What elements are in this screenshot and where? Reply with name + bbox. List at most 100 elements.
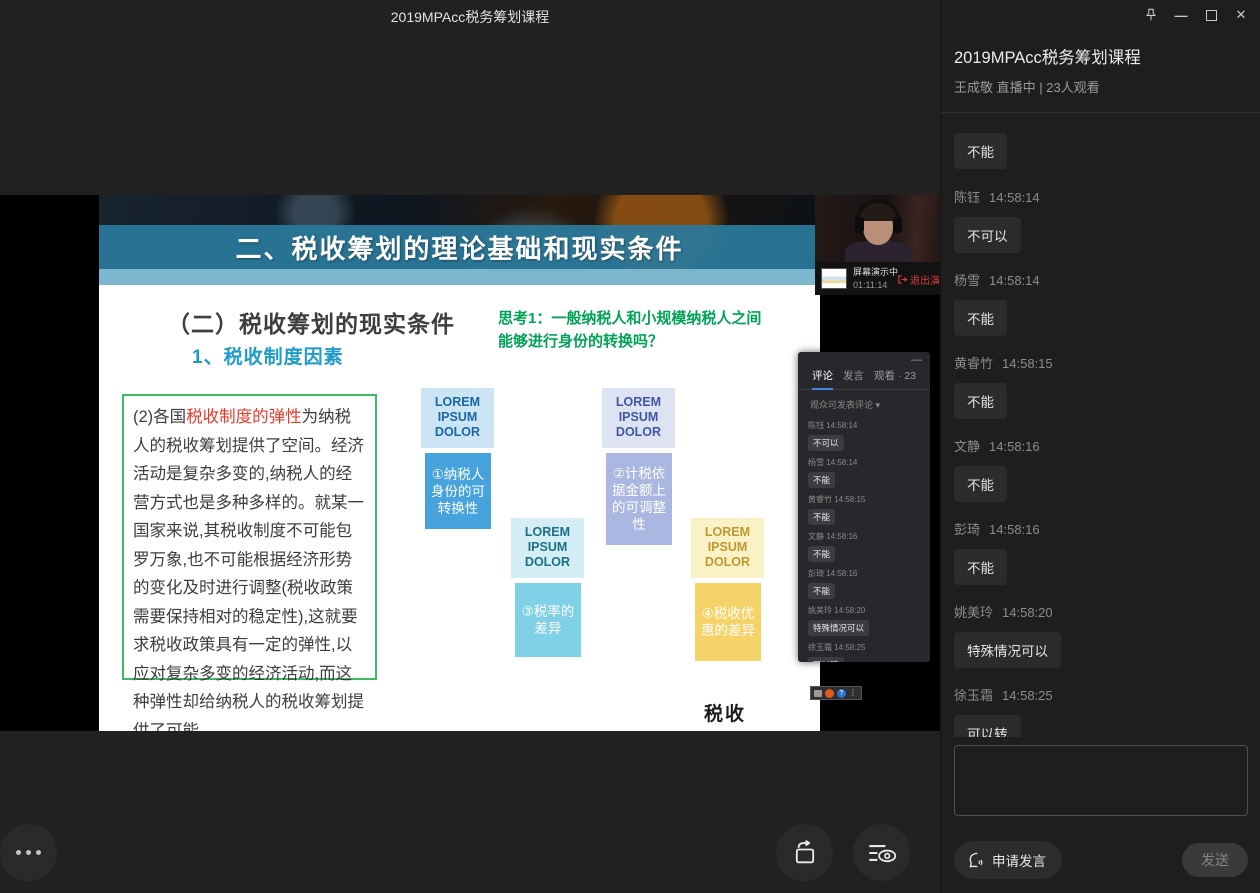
overlay-notice-label: 观众可发表评论: [810, 400, 873, 410]
headphone-earcup-right: [893, 217, 902, 233]
chat-sender-name: 徐玉霜: [954, 688, 993, 703]
slide-question: 思考1：一般纳税人和小规模纳税人之间 能够进行身份的转换吗？: [498, 307, 808, 353]
more-options-button[interactable]: [0, 824, 57, 881]
chat-timestamp: 14:58:14: [989, 273, 1040, 288]
overlay-message: 徐玉霜 14:58:25 可以转: [808, 642, 920, 662]
toolbar-more-icon: ⋮: [849, 689, 857, 697]
slide-banner: 二、税收筹划的理论基础和现实条件: [99, 225, 820, 269]
request-to-speak-button[interactable]: 申请发言: [954, 841, 1062, 879]
chat-timestamp: 14:58:16: [989, 439, 1040, 454]
chevron-down-icon: ▾: [876, 400, 881, 410]
chat-bubble: 特殊情况可以: [954, 632, 1061, 668]
exit-presentation-button[interactable]: 退出演示: [897, 272, 940, 287]
floating-share-toolbar[interactable]: ? ⋮: [810, 686, 862, 700]
presenter-status: 王成敬 直播中 | 23人观看: [954, 77, 1100, 96]
overlay-message-bubble: 不能: [808, 509, 835, 525]
chat-bubble: 不能: [954, 549, 1007, 585]
chat-sender-name: 文静: [954, 439, 980, 454]
overlay-message-meta: 陈钰 14:58:14: [808, 420, 920, 431]
paragraph-highlight: 税收制度的弹性: [186, 408, 302, 426]
pin-icon[interactable]: [1144, 8, 1158, 22]
slide-paragraph-box: (2)各国税收制度的弹性为纳税人的税收筹划提供了空间。经济活动是复杂多变的,纳税…: [122, 394, 377, 680]
chat-message: 徐玉霜14:58:25 可以转: [954, 685, 1248, 737]
chat-timestamp: 14:58:16: [989, 522, 1040, 537]
overlay-minimize-button[interactable]: —: [911, 354, 922, 366]
share-timer: 01:11:14: [853, 279, 898, 292]
share-status-texts: 屏幕演示中 01:11:14: [853, 266, 898, 292]
overlay-tab-comments[interactable]: 评论: [812, 368, 833, 383]
overlay-tab-viewers[interactable]: 观看 · 23: [874, 368, 916, 383]
chat-sender-name: 杨雪: [954, 273, 980, 288]
slide-heading: （二）税收筹划的现实条件: [167, 305, 455, 339]
overlay-message-meta: 文静 14:58:16: [808, 531, 920, 542]
overlay-message-meta: 彭琦 14:58:16: [808, 568, 920, 579]
slide-watermark: 税收: [704, 699, 746, 726]
paragraph-prefix: (2)各国: [133, 408, 186, 426]
chat-message-list: 不能 陈钰14:58:14 不可以 杨雪 14:58:14 不能 黄睿竹14:58…: [954, 122, 1248, 737]
request-to-speak-label: 申请发言: [992, 850, 1046, 870]
headphone-earcup-left: [855, 217, 864, 233]
chat-message-meta: 文静 14:58:16: [954, 436, 1248, 455]
chat-input[interactable]: [954, 745, 1248, 816]
slide-subheading: 1、税收制度因素: [192, 342, 344, 369]
switch-screen-icon: [791, 840, 819, 866]
chat-message: 黄睿竹14:58:15 不能: [954, 353, 1248, 419]
chat-message: 姚美玲14:58:20 特殊情况可以: [954, 602, 1248, 668]
lorem-box1-label: ①纳税人身份的可转换性: [425, 453, 491, 529]
maximize-icon: [1206, 10, 1217, 21]
exit-icon: [897, 274, 908, 285]
slide-header-graphic: 二、税收筹划的理论基础和现实条件: [99, 195, 820, 285]
overlay-message-meta: 姚美玲 14:58:20: [808, 605, 920, 616]
screen-share-status-bar: 屏幕演示中 01:11:14 退出演示: [815, 262, 940, 295]
slide-question-line1: 思考1：一般纳税人和小规模纳税人之间: [498, 310, 761, 327]
chat-bubble-partial: 不能: [954, 133, 1007, 169]
overlay-message: 陈钰 14:58:14 不可以: [808, 420, 920, 454]
chat-message: 彭琦14:58:16 不能: [954, 519, 1248, 585]
slide-banner-strip: [99, 269, 820, 285]
share-status-label: 屏幕演示中: [853, 266, 898, 279]
chat-message-meta: 徐玉霜14:58:25: [954, 685, 1248, 704]
chat-bubble: 不可以: [954, 217, 1021, 253]
overlay-message-bubble: 特殊情况可以: [808, 620, 869, 636]
close-button[interactable]: ✕: [1234, 8, 1248, 22]
panel-divider: [941, 112, 1260, 113]
overlay-message: 文静 14:58:16 不能: [808, 531, 920, 565]
overlay-message-list: 陈钰 14:58:14 不可以 杨雪 14:58:14 不能 黄睿竹 14:58…: [798, 415, 930, 662]
chat-bubble: 不能: [954, 383, 1007, 419]
chat-message-meta: 黄睿竹14:58:15: [954, 353, 1248, 372]
overlay-message: 彭琦 14:58:16 不能: [808, 568, 920, 602]
lorem-box4-label: ④税收优惠的差异: [695, 583, 761, 661]
window-title: 2019MPAcc税务筹划课程: [0, 7, 940, 27]
overlay-message: 黄睿竹 14:58:15 不能: [808, 494, 920, 528]
maximize-button[interactable]: [1204, 8, 1218, 22]
minimize-button[interactable]: —: [1174, 8, 1188, 22]
attendee-view-button[interactable]: [853, 824, 910, 881]
lorem-box2-header: LOREM IPSUM DOLOR: [602, 388, 675, 448]
overlay-comment-permission-dropdown[interactable]: 观众可发表评论 ▾: [798, 390, 930, 415]
presenter-video-tile: 屏幕演示中 01:11:14 退出演示: [815, 195, 940, 295]
toolbar-record-icon: [825, 689, 834, 698]
share-preview-thumbnail: [821, 268, 847, 289]
exit-presentation-label: 退出演示: [910, 272, 940, 287]
overlay-message-bubble: 可以转: [808, 657, 844, 662]
chat-sender-name: 陈钰: [954, 190, 980, 205]
speaking-face-icon: [966, 851, 985, 870]
lorem-box4-header: LOREM IPSUM DOLOR: [691, 518, 764, 578]
course-title: 2019MPAcc税务筹划课程: [954, 44, 1141, 68]
chat-bubble: 不能: [954, 466, 1007, 502]
overlay-message-meta: 黄睿竹 14:58:15: [808, 494, 920, 505]
lorem-box2-label: ②计税依据金额上的可调整性: [606, 453, 672, 545]
list-eye-icon: [867, 841, 897, 865]
overlay-message-meta: 徐玉霜 14:58:25: [808, 642, 920, 653]
overlay-message: 杨雪 14:58:14 不能: [808, 457, 920, 491]
toolbar-window-icon: [814, 690, 822, 697]
overlay-tab-speak[interactable]: 发言: [843, 368, 864, 383]
switch-screen-button[interactable]: [776, 824, 833, 881]
chat-bubble: 可以转: [954, 715, 1021, 737]
toolbar-help-icon: ?: [837, 689, 846, 698]
chat-message-meta: 陈钰14:58:14: [954, 187, 1248, 206]
slide-banner-title: 二、税收筹划的理论基础和现实条件: [235, 229, 683, 266]
presentation-slide: 二、税收筹划的理论基础和现实条件 （二）税收筹划的现实条件 1、税收制度因素 思…: [99, 195, 820, 731]
paragraph-rest: 为纳税人的税收筹划提供了空间。经济活动是复杂多变的,纳税人的经营方式也是多种多样…: [133, 408, 364, 731]
send-button[interactable]: 发送: [1182, 843, 1248, 877]
